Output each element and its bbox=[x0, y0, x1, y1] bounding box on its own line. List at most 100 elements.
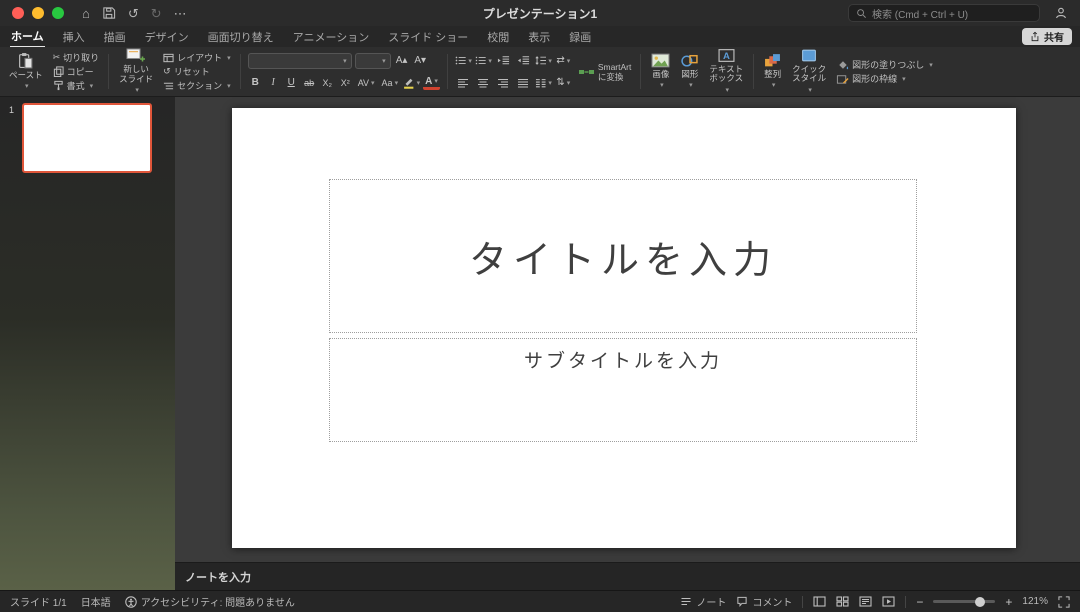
paste-button[interactable]: ペースト bbox=[6, 51, 46, 93]
notes-pane[interactable]: ノートを入力 bbox=[175, 562, 1080, 590]
increase-indent-icon bbox=[517, 55, 530, 66]
reading-view-button[interactable] bbox=[859, 596, 872, 607]
align-left-button[interactable] bbox=[455, 75, 472, 90]
strikethrough-button[interactable]: ab bbox=[302, 75, 317, 90]
more-commands-icon[interactable]: ⋯ bbox=[174, 7, 187, 20]
highlight-color-button[interactable] bbox=[403, 75, 420, 90]
subscript-button[interactable]: X₂ bbox=[320, 75, 335, 90]
section-button[interactable]: セクション bbox=[161, 79, 233, 92]
fit-slide-to-window-icon[interactable] bbox=[1058, 596, 1070, 608]
section-icon bbox=[163, 81, 174, 91]
font-color-button[interactable]: A bbox=[423, 76, 440, 90]
zoom-slider[interactable] bbox=[933, 600, 995, 603]
slide-thumbnail-pane: 1 bbox=[0, 97, 175, 590]
zoom-out-button[interactable]: − bbox=[916, 595, 923, 609]
increase-indent-button[interactable] bbox=[515, 53, 532, 68]
slide-sorter-icon bbox=[836, 596, 849, 607]
share-icon bbox=[1030, 31, 1040, 42]
accessibility-status[interactable]: アクセシビリティ: 問題ありません bbox=[125, 594, 295, 609]
numbering-icon bbox=[475, 55, 486, 66]
subtitle-placeholder[interactable]: サブタイトルを入力 bbox=[329, 338, 917, 442]
title-placeholder[interactable]: タイトルを入力 bbox=[329, 179, 917, 333]
title-bar: ⌂ ↺ ↻ ⋯ プレゼンテーション1 検索 (Cmd + Ctrl + U) bbox=[0, 0, 1080, 26]
insert-shapes-button[interactable]: 図形 bbox=[678, 52, 701, 92]
tab-insert[interactable]: 挿入 bbox=[62, 27, 86, 47]
slide-count-label: スライド 1/1 bbox=[10, 594, 67, 609]
tab-record[interactable]: 録画 bbox=[568, 27, 592, 47]
normal-view-icon bbox=[813, 596, 826, 607]
align-text-vertical-button[interactable]: ⇅ bbox=[555, 75, 572, 90]
zoom-level-label[interactable]: 121% bbox=[1022, 596, 1048, 607]
grow-font-button[interactable]: A▴ bbox=[394, 53, 410, 68]
language-label[interactable]: 日本語 bbox=[81, 594, 111, 609]
superscript-button[interactable]: X² bbox=[338, 75, 353, 90]
smartart-icon bbox=[578, 65, 595, 79]
search-placeholder: 検索 (Cmd + Ctrl + U) bbox=[872, 6, 968, 21]
shrink-font-button[interactable]: A▾ bbox=[412, 53, 428, 68]
account-icon[interactable] bbox=[1054, 6, 1068, 20]
align-center-button[interactable] bbox=[475, 75, 492, 90]
tab-design[interactable]: デザイン bbox=[144, 27, 190, 47]
notes-toggle-button[interactable]: ノート bbox=[680, 594, 726, 609]
ribbon-tab-bar: ホーム 挿入 描画 デザイン 画面切り替え アニメーション スライド ショー 校… bbox=[0, 26, 1080, 47]
accessibility-icon bbox=[125, 596, 137, 608]
align-right-button[interactable] bbox=[495, 75, 512, 90]
font-name-combo[interactable] bbox=[248, 53, 352, 69]
tab-draw[interactable]: 描画 bbox=[103, 27, 127, 47]
redo-icon[interactable]: ↻ bbox=[151, 7, 162, 20]
convert-to-smartart-button[interactable]: SmartArt に変換 bbox=[576, 62, 634, 82]
share-button[interactable]: 共有 bbox=[1022, 28, 1072, 45]
svg-text:A: A bbox=[723, 51, 730, 62]
tab-home[interactable]: ホーム bbox=[10, 26, 45, 48]
arrange-button[interactable]: 整列 bbox=[761, 52, 784, 92]
insert-textbox-button[interactable]: A テキスト ボックス bbox=[706, 47, 746, 97]
text-direction-button[interactable]: ⇄ bbox=[555, 53, 572, 68]
tab-review[interactable]: 校閲 bbox=[486, 27, 510, 47]
format-painter-button[interactable]: 書式 bbox=[51, 79, 102, 92]
search-input[interactable]: 検索 (Cmd + Ctrl + U) bbox=[848, 4, 1040, 22]
character-spacing-button[interactable]: AV bbox=[356, 75, 377, 90]
vertical-align-icon: ⇅ bbox=[556, 77, 564, 88]
slide-thumbnail[interactable] bbox=[22, 103, 152, 173]
quick-styles-button[interactable]: クイック スタイル bbox=[789, 47, 829, 97]
bullets-button[interactable] bbox=[455, 53, 472, 68]
slide-canvas[interactable]: タイトルを入力 サブタイトルを入力 bbox=[232, 108, 1016, 548]
decrease-indent-button[interactable] bbox=[495, 53, 512, 68]
ribbon: ペースト ✂ 切り取り コピー 書式 bbox=[0, 47, 1080, 97]
quick-styles-icon bbox=[801, 48, 817, 63]
notes-placeholder: ノートを入力 bbox=[185, 569, 251, 585]
justify-button[interactable] bbox=[515, 75, 532, 90]
insert-picture-button[interactable]: 画像 bbox=[648, 52, 673, 92]
line-spacing-icon bbox=[535, 55, 546, 66]
slideshow-icon bbox=[882, 596, 895, 607]
align-right-icon bbox=[497, 78, 509, 88]
tab-view[interactable]: 表示 bbox=[527, 27, 551, 47]
numbering-button[interactable] bbox=[475, 53, 492, 68]
layout-button[interactable]: レイアウト bbox=[161, 51, 233, 64]
tab-slideshow[interactable]: スライド ショー bbox=[387, 27, 469, 47]
shape-outline-button[interactable]: 図形の枠線 bbox=[834, 72, 935, 85]
copy-button[interactable]: コピー bbox=[51, 65, 102, 78]
shape-fill-button[interactable]: 図形の塗りつぶし bbox=[834, 58, 935, 71]
slide-sorter-view-button[interactable] bbox=[836, 596, 849, 607]
cut-button[interactable]: ✂ 切り取り bbox=[51, 51, 102, 64]
tab-animations[interactable]: アニメーション bbox=[292, 27, 371, 47]
tab-transitions[interactable]: 画面切り替え bbox=[207, 27, 275, 47]
zoom-slider-knob[interactable] bbox=[975, 597, 985, 607]
home-icon[interactable]: ⌂ bbox=[82, 7, 90, 20]
new-slide-button[interactable]: 新しい スライド bbox=[116, 46, 156, 97]
zoom-in-button[interactable]: + bbox=[1005, 595, 1012, 609]
font-size-combo[interactable] bbox=[355, 53, 391, 69]
change-case-button[interactable]: Aa bbox=[380, 75, 401, 90]
columns-button[interactable] bbox=[535, 75, 552, 90]
underline-button[interactable]: U bbox=[284, 75, 299, 90]
slideshow-view-button[interactable] bbox=[882, 596, 895, 607]
save-icon[interactable] bbox=[102, 6, 116, 20]
reset-slide-button[interactable]: ↺ リセット bbox=[161, 65, 233, 78]
undo-icon[interactable]: ↺ bbox=[128, 7, 139, 20]
line-spacing-button[interactable] bbox=[535, 53, 552, 68]
normal-view-button[interactable] bbox=[813, 596, 826, 607]
italic-button[interactable]: I bbox=[266, 75, 281, 90]
comments-toggle-button[interactable]: コメント bbox=[736, 594, 792, 609]
bold-button[interactable]: B bbox=[248, 75, 263, 90]
